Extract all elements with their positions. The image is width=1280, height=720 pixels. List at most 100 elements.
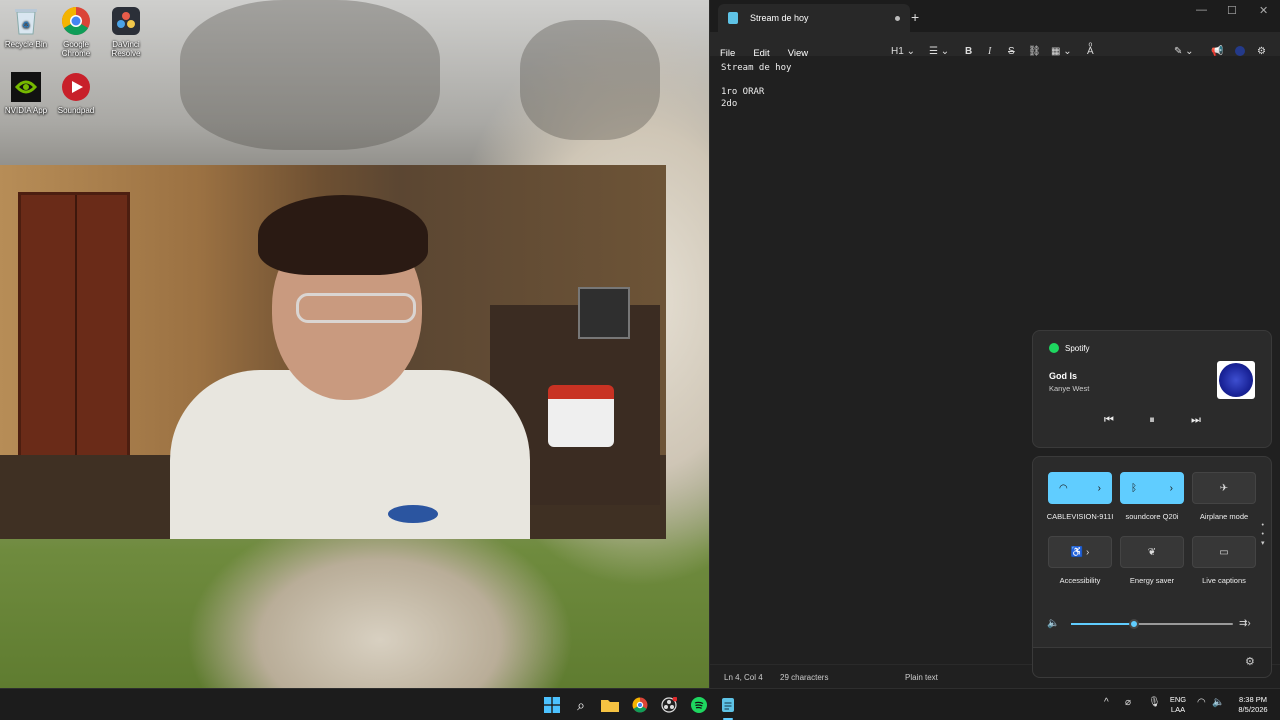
cloud-off-icon: ⌀ <box>1125 697 1132 708</box>
soundpad-icon <box>59 70 93 104</box>
volume-icon: 🔈 <box>1212 697 1225 708</box>
clock-time: 8:38 PM <box>1239 695 1267 704</box>
obs-taskbar-button[interactable] <box>659 695 679 715</box>
energy-saver-tile[interactable]: ❦ <box>1120 536 1184 568</box>
notepad-tab[interactable]: Stream de hoy <box>718 4 910 32</box>
desktop-icon-soundpad[interactable]: Soundpad <box>50 70 102 115</box>
gear-icon: ⚙ <box>1245 656 1255 668</box>
webcam-shirt-logo <box>388 505 438 523</box>
close-button[interactable]: ✕ <box>1259 4 1268 17</box>
bluetooth-icon: ᛒ <box>1131 482 1137 494</box>
wifi-tile[interactable]: ◠ › <box>1048 472 1112 504</box>
wifi-tile-label: CABLEVISION-911I <box>1046 512 1114 521</box>
volume-slider-fill <box>1071 623 1135 625</box>
unsaved-dot-icon[interactable] <box>895 15 900 21</box>
accessibility-label: Accessibility <box>1059 576 1101 585</box>
volume-icon[interactable]: 🔈 <box>1047 618 1059 629</box>
microphone-icon: 🎙 <box>1148 697 1161 708</box>
skip-previous-icon: ⏮ <box>1104 414 1114 426</box>
language-code: ENG <box>1169 695 1187 704</box>
notepad-taskbar-button[interactable] <box>718 695 738 715</box>
network-button[interactable]: ◠ <box>1197 697 1206 708</box>
wifi-icon: ◠ <box>1059 482 1068 494</box>
character-count: 29 characters <box>780 673 829 682</box>
webcam-lamp <box>578 287 630 339</box>
notepad-icon <box>722 698 734 712</box>
desktop-icon-chrome[interactable]: Google Chrome <box>50 4 102 58</box>
desktop-icon-label: DaVinci Resolve <box>111 40 141 58</box>
tray-app-icon[interactable]: ⌀ <box>1125 697 1131 708</box>
media-app-name: Spotify <box>1065 343 1090 353</box>
desktop-icon-davinci[interactable]: DaVinci Resolve <box>100 4 152 58</box>
desktop-icon-label: Soundpad <box>57 106 95 115</box>
start-button[interactable] <box>542 695 562 715</box>
desktop-icon-nvidia[interactable]: NVIDIA App <box>0 70 52 115</box>
clock-date: 8/5/2026 <box>1238 705 1268 714</box>
obs-icon <box>661 697 677 713</box>
bluetooth-tile-label: soundcore Q20i <box>1125 512 1179 521</box>
windows-icon <box>544 697 560 713</box>
chevron-right-icon: › <box>1097 482 1101 494</box>
airplane-mode-tile[interactable]: ✈ <box>1192 472 1256 504</box>
spotify-icon <box>691 697 707 713</box>
volume-tray-button[interactable]: 🔈 <box>1212 697 1224 708</box>
volume-slider-thumb[interactable] <box>1129 619 1140 629</box>
audio-output-button[interactable]: ⇉› <box>1239 618 1251 629</box>
accessibility-icon: ♿ › <box>1070 546 1090 558</box>
accessibility-tile[interactable]: ♿ › <box>1048 536 1112 568</box>
show-hidden-icons-button[interactable]: ^ <box>1104 697 1109 708</box>
next-track-button[interactable]: ⏭ <box>1186 414 1206 427</box>
media-flyout: Spotify God Is Kanye West ⏮ ⏸ ⏭ <box>1032 330 1272 448</box>
bluetooth-tile[interactable]: ᛒ › <box>1120 472 1184 504</box>
webcam-person-glasses <box>296 293 416 323</box>
spotify-icon <box>1049 343 1059 353</box>
quick-settings-gear-button[interactable]: ⚙ <box>1245 655 1255 668</box>
spotify-taskbar-button[interactable] <box>689 695 709 715</box>
account-avatar-icon <box>1235 46 1245 56</box>
webcam-door <box>18 192 130 472</box>
album-art <box>1217 361 1255 399</box>
desktop-icon-label: NVIDIA App <box>4 106 48 115</box>
page-indicator[interactable]: • • ▾ <box>1261 521 1265 548</box>
input-indicator[interactable]: ENG LAA <box>1166 695 1190 715</box>
search-button[interactable]: ⌕ <box>571 695 591 715</box>
webcam-bucket <box>548 385 614 447</box>
file-explorer-button[interactable] <box>600 695 620 715</box>
nvidia-icon <box>9 70 43 104</box>
energy-saver-icon: ❦ <box>1147 546 1157 558</box>
chrome-taskbar-button[interactable] <box>630 695 650 715</box>
quick-settings-footer: ⚙ <box>1032 648 1272 678</box>
track-title: God Is <box>1049 371 1078 381</box>
pause-button[interactable]: ⏸ <box>1142 414 1162 427</box>
minimize-button[interactable]: — <box>1196 4 1207 16</box>
desktop-icon-label: Google Chrome <box>61 40 91 58</box>
webcam-feed <box>0 165 666 539</box>
previous-track-button[interactable]: ⏮ <box>1099 414 1119 427</box>
volume-slider[interactable] <box>1071 619 1233 629</box>
wallpaper-tree <box>520 20 660 140</box>
desktop-icon-label: Recycle Bin <box>4 40 48 49</box>
airplane-icon: ✈ <box>1219 482 1229 494</box>
notepad-titlebar: Stream de hoy + — ☐ ✕ <box>710 0 1280 32</box>
live-captions-label: Live captions <box>1202 576 1246 585</box>
text-format[interactable]: Plain text <box>905 673 938 682</box>
chevron-right-icon: › <box>1169 482 1173 494</box>
skip-next-icon: ⏭ <box>1191 414 1201 426</box>
wifi-icon: ◠ <box>1197 697 1206 708</box>
audio-output-icon: ⇉› <box>1239 618 1251 629</box>
track-artist: Kanye West <box>1049 384 1090 393</box>
notepad-icon <box>728 12 738 24</box>
taskbar: ⌕ ^ ⌀ 🎙 ENG LAA ◠ 🔈 8:38 PM 8/5/2026 <box>0 688 1280 720</box>
airplane-mode-label: Airplane mode <box>1199 512 1249 521</box>
search-icon: ⌕ <box>577 696 585 713</box>
new-tab-button[interactable]: + <box>911 10 919 24</box>
maximize-button[interactable]: ☐ <box>1227 4 1237 17</box>
live-captions-icon: ▭ <box>1219 546 1229 558</box>
chevron-up-icon: ^ <box>1104 697 1109 708</box>
live-captions-tile[interactable]: ▭ <box>1192 536 1256 568</box>
notepad-tab-title: Stream de hoy <box>750 13 809 23</box>
desktop-icon-recycle-bin[interactable]: ♻ Recycle Bin <box>0 4 52 49</box>
microphone-button[interactable]: 🎙 <box>1148 697 1161 708</box>
keyboard-layout: LAA <box>1170 705 1186 714</box>
clock[interactable]: 8:38 PM 8/5/2026 <box>1228 695 1278 715</box>
